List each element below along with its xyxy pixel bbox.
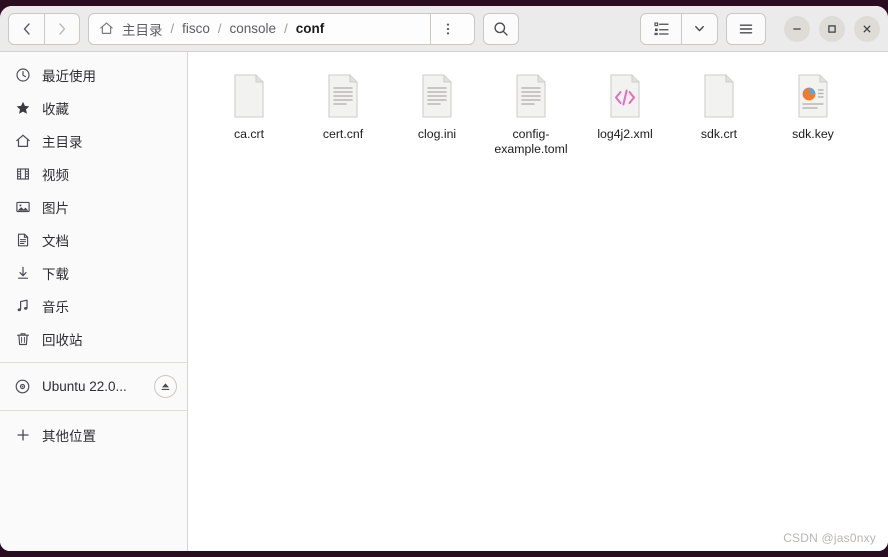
sidebar-item-ubuntu-volume[interactable]: Ubuntu 22.0... xyxy=(0,370,187,403)
file-name: clog.ini xyxy=(417,127,457,141)
file-list-view[interactable]: ca.crt cert.cnf clog.ini config-example.… xyxy=(188,52,888,551)
disc-icon xyxy=(14,378,31,395)
blank-document-icon xyxy=(704,74,734,118)
breadcrumb-separator: / xyxy=(217,21,222,36)
xml-code-document-icon xyxy=(610,74,640,118)
header-bar: 主目录 / fisco / console / conf xyxy=(0,6,888,52)
maximize-button[interactable] xyxy=(819,15,845,42)
breadcrumb-item-1[interactable]: fisco xyxy=(181,21,211,36)
blank-document-icon xyxy=(234,74,264,118)
path-options-button[interactable] xyxy=(430,13,464,44)
main-menu-button[interactable] xyxy=(726,12,766,45)
sidebar-item-label: 其他位置 xyxy=(42,428,96,444)
sidebar-item-videos[interactable]: 视频 xyxy=(0,157,187,190)
watermark-text: CSDN @jas0nxy xyxy=(783,531,876,545)
chevron-right-icon xyxy=(59,22,66,35)
sidebar-item-label: Ubuntu 22.0... xyxy=(42,379,127,394)
text-document-icon xyxy=(422,74,452,118)
file-item[interactable]: sdk.key xyxy=(766,66,860,162)
list-view-icon xyxy=(653,22,669,36)
back-button[interactable] xyxy=(9,14,44,44)
file-name: cert.cnf xyxy=(322,127,364,141)
eject-button[interactable] xyxy=(154,375,177,398)
sidebar-item-label: 图片 xyxy=(42,200,69,216)
file-name: sdk.crt xyxy=(700,127,738,141)
sidebar-item-label: 下载 xyxy=(42,266,69,282)
sidebar-item-documents[interactable]: 文档 xyxy=(0,223,187,256)
window-body: 最近使用 收藏 主目录 视频 图片 文档 下载 音乐 回收站 Ubuntu 22… xyxy=(0,52,888,551)
document-icon xyxy=(14,232,31,248)
file-manager-window: 主目录 / fisco / console / conf 最近使用 收藏 主目录… xyxy=(0,6,888,551)
window-controls xyxy=(784,15,880,42)
file-name: log4j2.xml xyxy=(597,127,653,141)
navigation-button-group xyxy=(8,12,80,45)
eject-icon xyxy=(161,383,170,391)
sidebar-item-trash[interactable]: 回收站 xyxy=(0,322,187,355)
download-icon xyxy=(14,265,31,281)
file-item[interactable]: config-example.toml xyxy=(484,66,578,162)
breadcrumb-item-2[interactable]: console xyxy=(229,21,278,36)
breadcrumb-separator: / xyxy=(170,21,175,36)
breadcrumb: 主目录 / fisco / console / conf xyxy=(88,12,476,45)
breadcrumb-item-3[interactable]: conf xyxy=(295,21,326,36)
sidebar-item-label: 音乐 xyxy=(42,299,69,315)
text-document-icon xyxy=(328,74,358,118)
sidebar-item-label: 回收站 xyxy=(42,332,83,348)
sidebar-item-label: 最近使用 xyxy=(42,68,96,84)
sidebar-item-label: 视频 xyxy=(42,167,69,183)
sidebar-item-label: 主目录 xyxy=(42,134,83,150)
sidebar-item-label: 文档 xyxy=(42,233,69,249)
file-name: config-example.toml xyxy=(494,127,568,156)
sidebar-divider xyxy=(0,410,187,411)
close-icon xyxy=(863,25,871,32)
breadcrumb-separator: / xyxy=(284,21,288,36)
list-view-button[interactable] xyxy=(641,14,681,44)
sidebar-item-home[interactable]: 主目录 xyxy=(0,124,187,157)
close-button[interactable] xyxy=(854,15,880,42)
breadcrumb-item-0[interactable]: 主目录 xyxy=(121,19,164,39)
file-item[interactable]: cert.cnf xyxy=(296,66,390,162)
sidebar-item-starred[interactable]: 收藏 xyxy=(0,91,187,124)
presentation-document-icon xyxy=(798,74,828,118)
file-name: ca.crt xyxy=(233,127,265,141)
sidebar-item-recent[interactable]: 最近使用 xyxy=(0,58,187,91)
home-icon xyxy=(99,21,114,36)
file-item[interactable]: sdk.crt xyxy=(672,66,766,162)
clock-icon xyxy=(14,67,31,83)
home-icon xyxy=(14,133,31,149)
chevron-down-icon xyxy=(695,25,704,32)
plus-icon xyxy=(14,427,31,443)
minimize-icon xyxy=(793,27,801,30)
sidebar-item-pictures[interactable]: 图片 xyxy=(0,190,187,223)
star-icon xyxy=(14,100,31,116)
trash-icon xyxy=(14,331,31,347)
sidebar-divider xyxy=(0,362,187,363)
minimize-button[interactable] xyxy=(784,15,810,42)
search-button[interactable] xyxy=(483,12,520,45)
chevron-left-icon xyxy=(23,22,30,35)
hamburger-menu-icon xyxy=(739,23,753,34)
search-icon xyxy=(494,21,508,36)
maximize-icon xyxy=(828,24,836,33)
view-mode-button-group xyxy=(640,12,718,45)
film-icon xyxy=(14,166,31,182)
view-options-dropdown[interactable] xyxy=(681,13,717,44)
sidebar: 最近使用 收藏 主目录 视频 图片 文档 下载 音乐 回收站 Ubuntu 22… xyxy=(0,52,188,551)
sidebar-item-label: 收藏 xyxy=(42,101,69,117)
text-document-icon xyxy=(516,74,546,118)
file-item[interactable]: log4j2.xml xyxy=(578,66,672,162)
music-note-icon xyxy=(14,298,31,314)
forward-button[interactable] xyxy=(44,13,79,44)
file-item[interactable]: ca.crt xyxy=(202,66,296,162)
sidebar-item-other-locations[interactable]: 其他位置 xyxy=(0,418,187,451)
file-name: sdk.key xyxy=(792,127,834,141)
sidebar-item-downloads[interactable]: 下载 xyxy=(0,256,187,289)
sidebar-item-music[interactable]: 音乐 xyxy=(0,289,187,322)
three-dots-vertical-icon xyxy=(446,22,449,35)
image-icon xyxy=(14,199,31,215)
file-item[interactable]: clog.ini xyxy=(390,66,484,162)
file-grid: ca.crt cert.cnf clog.ini config-example.… xyxy=(202,66,878,162)
